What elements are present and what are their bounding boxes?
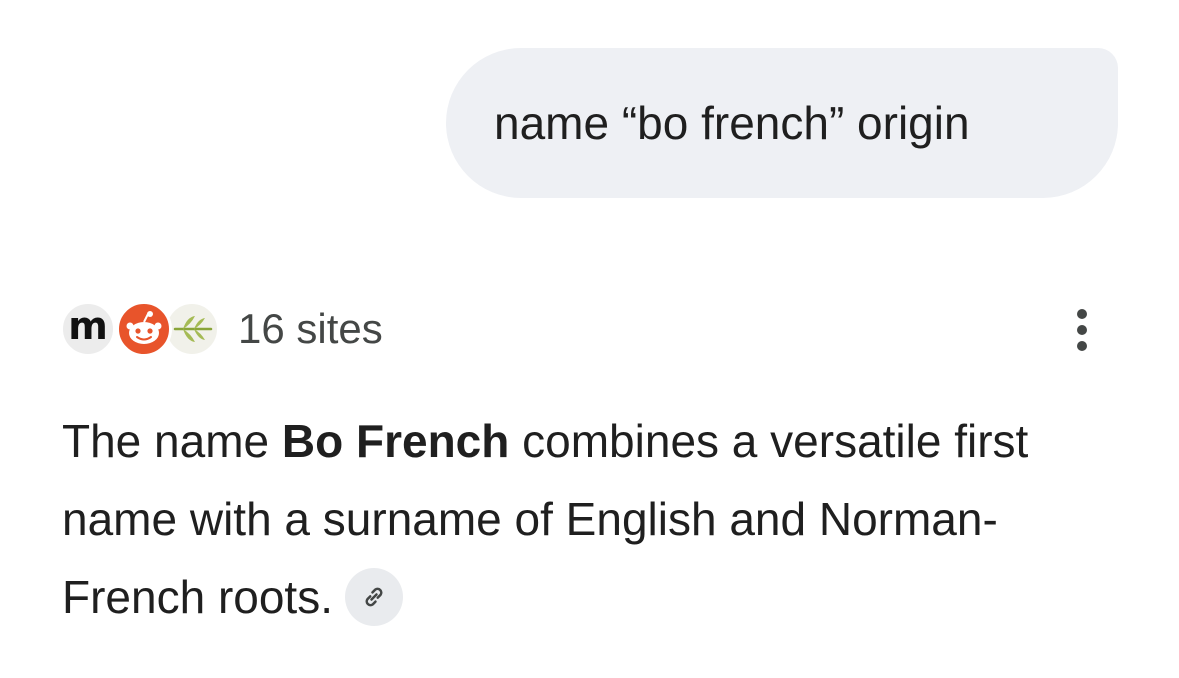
source-favicons[interactable]: m: [60, 298, 220, 360]
more-options-button[interactable]: [1058, 302, 1106, 358]
reddit-icon: [116, 301, 172, 357]
m-logo-letter: m: [68, 304, 108, 348]
sources-row[interactable]: m 16 sites: [60, 298, 383, 360]
sources-count-label[interactable]: 16 sites: [238, 305, 383, 353]
user-query-bubble[interactable]: name “bo french” origin: [446, 48, 1118, 198]
answer-bold-name: Bo French: [281, 415, 510, 467]
answer-prefix: The name: [62, 415, 282, 467]
m-logo-icon: m: [60, 301, 116, 357]
answer-text: The name Bo French combines a versatile …: [62, 402, 1122, 636]
leaf-icon: [164, 301, 220, 357]
user-query-text: name “bo french” origin: [494, 97, 970, 149]
more-vert-icon: [1077, 309, 1087, 351]
source-link-button[interactable]: [345, 567, 403, 626]
link-icon: [365, 587, 383, 607]
